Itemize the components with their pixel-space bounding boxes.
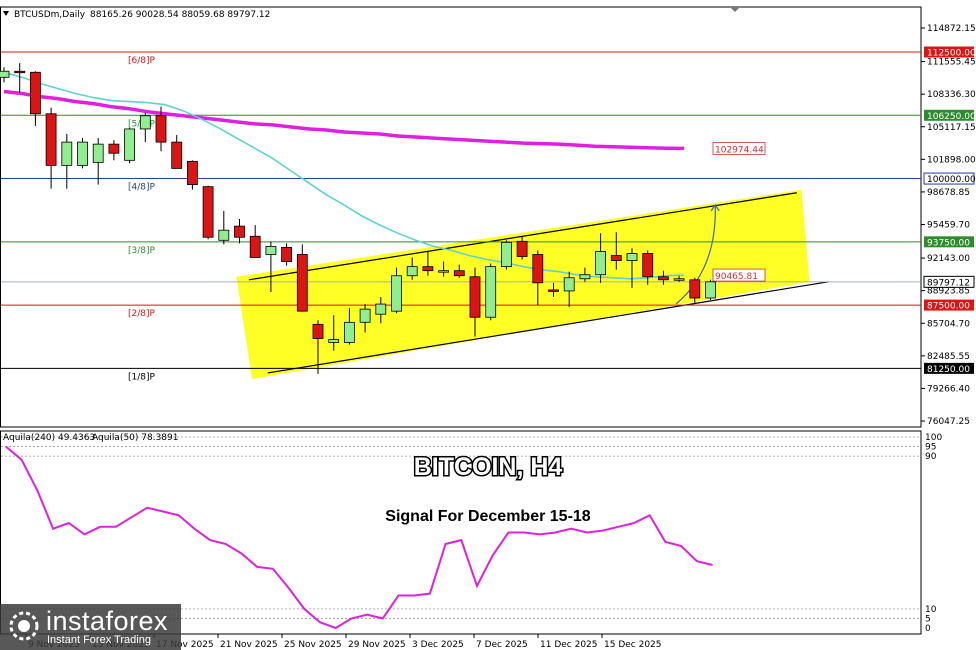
- level-tag-text-1: 106250.00: [927, 112, 976, 122]
- ind-scale-1: 95: [925, 443, 936, 453]
- logo-tagline: Instant Forex Trading: [47, 634, 151, 646]
- candle-body-39: [610, 255, 622, 261]
- level-label-2: [4/8]P: [128, 183, 156, 193]
- candle-body-30: [469, 276, 481, 318]
- candle-body-24: [375, 303, 387, 315]
- indicator-label-50: Aquila(50) 78.3891: [92, 433, 178, 443]
- x-tick-label-9: 15 Dec 2025: [604, 640, 662, 650]
- y-tick-label-6: 95459.70: [927, 221, 970, 231]
- candle-body-2: [29, 71, 41, 115]
- logo-name: instaforex: [46, 606, 169, 636]
- annotation-text-0: 102974.44: [715, 145, 764, 155]
- candle-body-14: [218, 229, 230, 241]
- x-tick-label-3: 21 Nov 2025: [220, 640, 278, 650]
- y-tick-label-7: 92143.00: [927, 254, 970, 264]
- candle-body-34: [532, 254, 544, 284]
- y-tick-label-4: 101898.00: [927, 155, 976, 165]
- x-tick-label-7: 7 Dec 2025: [476, 640, 528, 650]
- instaforex-logo-icon: [6, 608, 42, 649]
- candle-body-16: [249, 235, 261, 258]
- candle-body-45: [705, 281, 716, 299]
- annotation-text-1: 90465.81: [715, 272, 758, 282]
- candle-body-6: [92, 143, 104, 163]
- candle-body-4: [61, 141, 73, 166]
- y-tick-label-5: 98678.85: [927, 188, 970, 198]
- y-tick-label-3: 105117.15: [927, 123, 976, 133]
- candle-body-29: [453, 270, 465, 277]
- candle-body-26: [406, 266, 418, 277]
- candle-body-5: [77, 141, 88, 166]
- ind-scale-3: 10: [925, 605, 937, 615]
- chart-title: BITCOIN, H4: [414, 453, 563, 481]
- candle-body-9: [139, 115, 151, 130]
- ind-scale-4: 5: [925, 614, 931, 624]
- level-tag-text-3: 93750.00: [927, 238, 970, 248]
- level-label-3: [3/8]P: [128, 246, 156, 256]
- candle-body-3: [45, 113, 57, 166]
- x-tick-label-6: 3 Dec 2025: [412, 640, 464, 650]
- level-tag-text-5: 81250.00: [927, 365, 970, 375]
- level-label-0: [6/8]P: [128, 56, 156, 66]
- y-tick-label-0: 114872.15: [927, 24, 976, 34]
- candle-body-41: [642, 253, 654, 278]
- candle-body-27: [422, 266, 434, 272]
- candle-body-32: [500, 241, 512, 268]
- candle-body-38: [595, 251, 606, 276]
- x-tick-label-8: 11 Dec 2025: [540, 640, 598, 650]
- candle-body-35: [548, 289, 559, 292]
- candle-body-22: [343, 321, 355, 343]
- indicator-label-240: Aquila(240) 49.4363: [3, 433, 95, 443]
- candle-body-40: [626, 253, 638, 261]
- candle-body-33: [516, 240, 528, 257]
- candle-body-25: [391, 275, 402, 312]
- candle-body-23: [359, 308, 371, 323]
- y-tick-label-9: 85704.70: [927, 319, 970, 329]
- candle-body-7: [108, 143, 120, 154]
- ind-scale-0: 100: [925, 433, 942, 443]
- level-tag-text-2: 100000.00: [927, 175, 976, 185]
- candle-body-20: [312, 323, 324, 339]
- y-tick-label-8: 88923.85: [927, 287, 970, 297]
- y-tick-label-12: 76047.25: [927, 417, 970, 427]
- chart-canvas: [6/8]P112500.00[5/8]P106250.00[4/8]P1000…: [0, 6, 976, 650]
- candle-body-12: [186, 160, 198, 186]
- x-tick-label-4: 25 Nov 2025: [284, 640, 342, 650]
- level-label-4: [2/8]P: [128, 309, 156, 319]
- candle-body-43: [673, 278, 685, 281]
- symbol-label: BTCUSDm,Daily: [14, 10, 86, 20]
- candle-body-1: [14, 70, 26, 74]
- candle-body-42: [658, 276, 669, 281]
- candle-body-15: [234, 225, 245, 238]
- y-tick-label-1: 111555.45: [927, 58, 976, 68]
- candle-body-28: [438, 270, 450, 273]
- level-tag-text-4: 87500.00: [927, 302, 970, 312]
- candle-body-10: [155, 115, 167, 143]
- candle-body-8: [124, 128, 135, 161]
- ind-scale-2: 90: [925, 452, 937, 462]
- ohlc-label: 88165.26 90028.54 88059.68 89797.12: [90, 10, 270, 20]
- x-tick-label-5: 29 Nov 2025: [348, 640, 406, 650]
- candle-body-19: [296, 254, 308, 312]
- candle-body-18: [281, 246, 293, 262]
- candle-body-31: [485, 266, 497, 318]
- candle-body-36: [563, 277, 575, 292]
- candle-body-21: [328, 339, 340, 343]
- candle-body-17: [265, 245, 277, 255]
- chart-subtitle: Signal For December 15-18: [385, 508, 591, 525]
- candle-body-0: [0, 70, 10, 78]
- y-tick-label-2: 108336.30: [927, 90, 976, 100]
- y-tick-label-10: 82485.55: [927, 352, 970, 362]
- candle-body-37: [579, 274, 591, 280]
- candle-body-11: [171, 141, 183, 169]
- ind-scale-5: 0: [925, 624, 931, 634]
- candle-body-13: [202, 186, 214, 238]
- level-label-5: [1/8]P: [128, 372, 156, 382]
- candle-body-44: [689, 279, 701, 299]
- y-tick-label-11: 79266.40: [927, 384, 970, 394]
